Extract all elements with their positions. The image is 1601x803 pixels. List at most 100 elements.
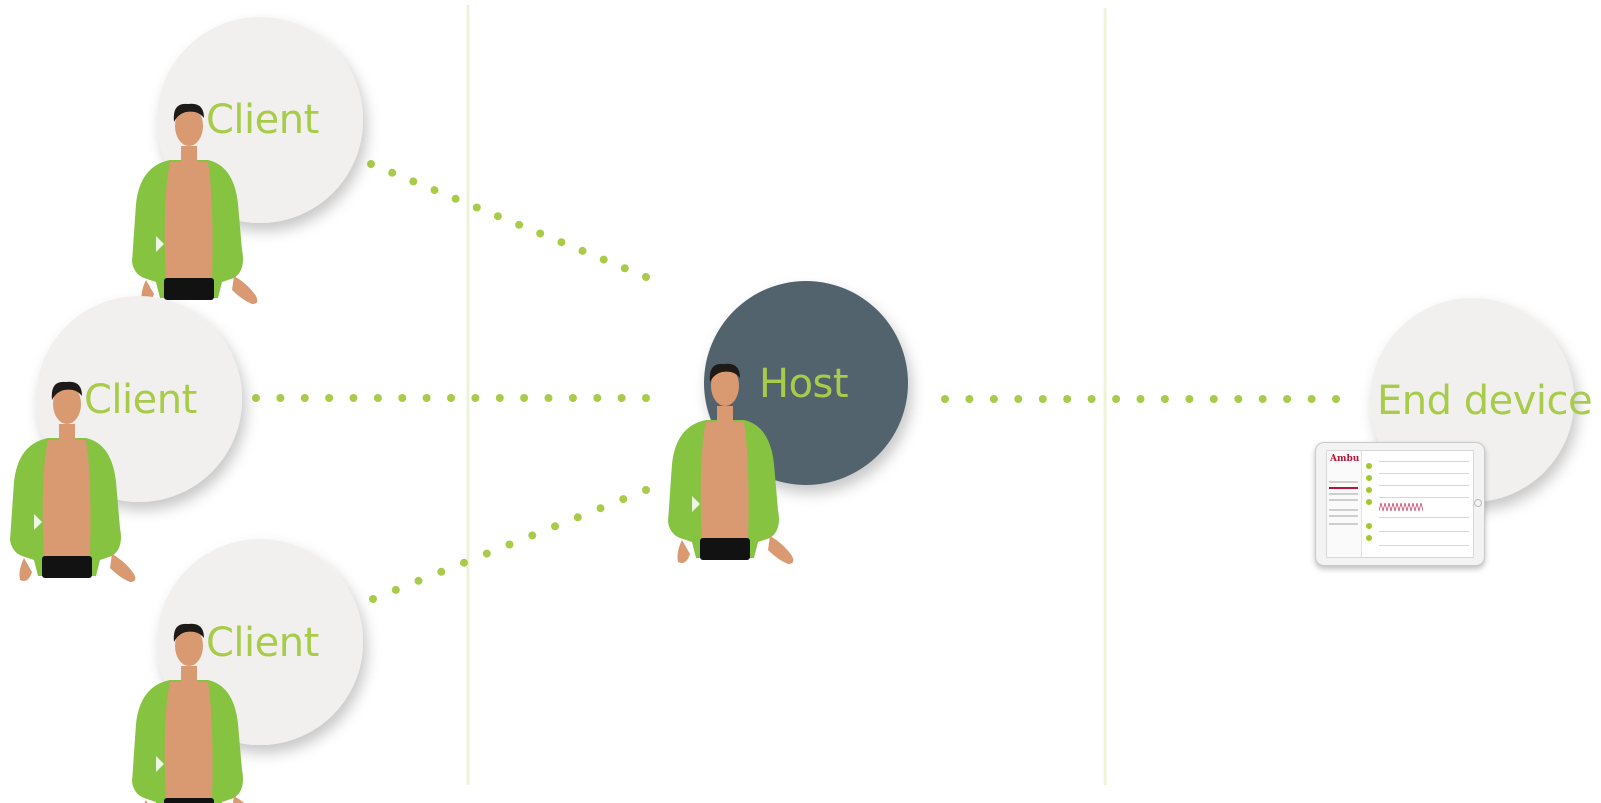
ambu-logo: Ambu xyxy=(1330,454,1360,464)
connector-dot xyxy=(593,394,602,402)
connector-dot xyxy=(349,394,358,402)
tablet-status-dot xyxy=(1366,499,1372,505)
connector-dot xyxy=(617,394,626,402)
connector-dot xyxy=(544,394,553,402)
connector-dot xyxy=(941,395,949,403)
connector-dot xyxy=(471,394,480,402)
connector-client-middle-to-host xyxy=(252,394,650,402)
connector-dot xyxy=(1307,395,1316,403)
client-label-top: Client xyxy=(206,97,319,143)
connector-dot xyxy=(472,203,481,212)
connector-dot xyxy=(642,394,650,402)
connector-dot xyxy=(642,273,650,281)
connector-dot xyxy=(515,220,524,229)
client-node-top xyxy=(132,17,363,305)
connector-dot xyxy=(437,567,446,576)
connector-dot xyxy=(642,486,650,494)
tablet-status-dot xyxy=(1366,487,1372,493)
tablet-home-button xyxy=(1474,499,1482,507)
connector-dot xyxy=(551,522,559,531)
connector-dot xyxy=(367,160,375,168)
tablet-sidebar: Ambu xyxy=(1327,451,1362,557)
tablet-chart-line xyxy=(1379,461,1469,462)
connector-dot xyxy=(369,595,377,603)
connector-dot xyxy=(528,531,537,540)
connector-dot xyxy=(460,558,468,567)
client-label-bottom: Client xyxy=(206,620,319,666)
connector-dot xyxy=(1283,395,1292,403)
host-label: Host xyxy=(759,361,849,407)
connector-dot xyxy=(1014,395,1023,403)
connector-dot xyxy=(573,513,582,522)
connector-dot xyxy=(325,394,334,402)
connector-dot xyxy=(620,264,629,273)
connector-client-top-to-host xyxy=(367,160,650,281)
connector-dot xyxy=(599,255,608,264)
connector-dot xyxy=(300,394,309,402)
connector-dot xyxy=(451,194,460,203)
connector-host-to-end-device xyxy=(941,395,1340,403)
tablet-chart-line xyxy=(1379,485,1469,486)
client-node-bottom xyxy=(132,539,363,803)
tablet-menu-line-active xyxy=(1329,487,1358,489)
connector-dot xyxy=(447,394,455,402)
tablet-menu-line xyxy=(1329,509,1358,511)
connector-dot xyxy=(482,549,491,558)
connector-dot xyxy=(1136,395,1145,403)
connector-dot xyxy=(495,394,504,402)
tablet-chart-line xyxy=(1379,497,1469,498)
tablet-waveform xyxy=(1379,502,1423,512)
connector-dot xyxy=(965,395,974,403)
connector-dot xyxy=(1087,395,1096,403)
connector-dot xyxy=(1185,395,1194,403)
tablet-status-dot xyxy=(1366,523,1372,529)
connector-dot xyxy=(1234,395,1243,403)
connector-dot xyxy=(422,394,431,402)
connector-dot xyxy=(505,540,514,549)
connector-dot xyxy=(373,394,382,402)
connector-dot xyxy=(252,394,260,402)
tablet-status-dot xyxy=(1366,535,1372,541)
connector-dot xyxy=(1160,395,1169,403)
tablet-icon: Ambu xyxy=(1315,442,1485,566)
client-label-middle: Client xyxy=(84,377,197,423)
tablet-menu-line xyxy=(1329,515,1358,517)
connector-dot xyxy=(578,246,587,255)
tablet-menu-line xyxy=(1329,493,1358,495)
connector-dot xyxy=(388,168,397,177)
connector-client-bottom-to-host xyxy=(369,486,650,603)
connector-dot xyxy=(989,395,998,403)
connector-dot xyxy=(1038,395,1047,403)
tablet-chart-line xyxy=(1379,531,1469,532)
connector-dot xyxy=(430,186,439,195)
tablet-chart-line xyxy=(1379,517,1469,518)
tablet-menu-line xyxy=(1329,523,1358,525)
connector-dot xyxy=(398,394,407,402)
connector-dot xyxy=(276,394,285,402)
connector-dot xyxy=(409,177,418,186)
connector-dot xyxy=(414,576,423,585)
tablet-menu-line xyxy=(1329,499,1358,501)
tablet-chart-line xyxy=(1379,473,1469,474)
host-node xyxy=(668,281,908,564)
tablet-chart-line xyxy=(1379,545,1469,546)
tablet-status-dot xyxy=(1366,475,1372,481)
end-device-label: End device xyxy=(1377,378,1593,424)
connector-dot xyxy=(568,394,577,402)
connector-dot xyxy=(596,504,605,513)
connector-dot xyxy=(1332,395,1340,403)
connector-dot xyxy=(520,394,529,402)
connector-dot xyxy=(1112,395,1121,403)
client-node-middle xyxy=(10,296,242,582)
connector-dot xyxy=(536,229,545,238)
connector-dot xyxy=(619,495,628,504)
tablet-menu-line xyxy=(1329,481,1358,483)
connector-dot xyxy=(1063,395,1072,403)
connector-dot xyxy=(557,238,566,247)
tablet-status-dot xyxy=(1366,463,1372,469)
connector-dot xyxy=(1209,395,1218,403)
connector-dot xyxy=(493,212,502,221)
tablet-screen: Ambu xyxy=(1326,450,1474,558)
connector-dot xyxy=(1258,395,1267,403)
connector-dot xyxy=(391,585,400,594)
